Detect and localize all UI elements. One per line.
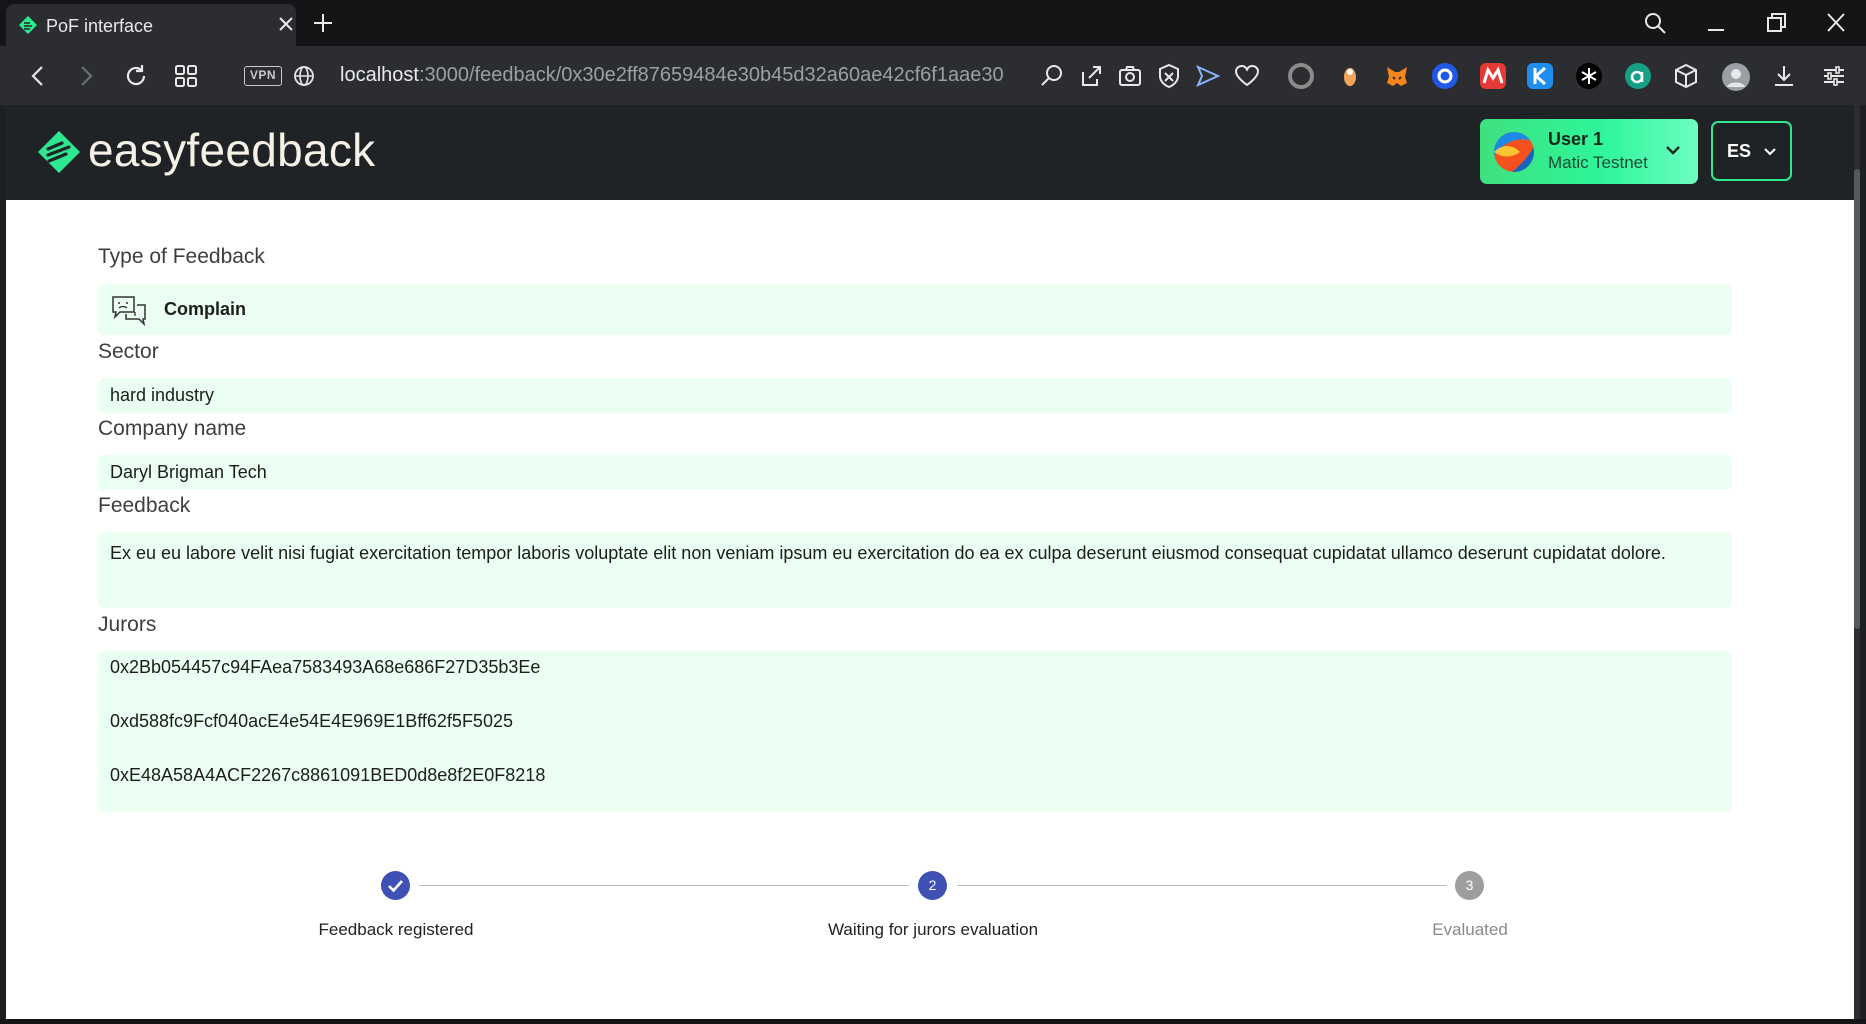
juror-address: 0xd588fc9Fcf040acE4e54E4E969E1Bff62f5F50… — [110, 711, 513, 731]
search-tabs-icon[interactable] — [1642, 10, 1670, 36]
extension-a-icon[interactable] — [1625, 63, 1651, 89]
window-bottom-edge — [0, 1019, 1866, 1024]
company-name-value: Daryl Brigman Tech — [110, 462, 267, 482]
step-1-complete-icon — [381, 871, 410, 900]
extension-red-m-icon[interactable] — [1480, 63, 1506, 89]
shield-block-icon[interactable] — [1155, 62, 1183, 90]
feedback-detail-page: Feedback ID: 0x30e2ff87659484e30b45d32a6… — [6, 200, 1860, 1019]
tab-title: PoF interface — [46, 16, 154, 36]
step-connector — [419, 885, 909, 886]
extension-asterisk-icon[interactable] — [1576, 63, 1602, 89]
user-name: User 1 — [1548, 129, 1604, 149]
forward-icon[interactable] — [72, 62, 100, 90]
feedback-type-field: Complain — [98, 284, 1732, 335]
url-host: localhost — [340, 64, 419, 86]
reload-icon[interactable] — [122, 62, 150, 90]
complain-chat-icon — [112, 296, 146, 326]
extension-k-icon[interactable] — [1527, 63, 1553, 89]
chevron-down-icon — [1764, 148, 1776, 156]
close-window-icon[interactable] — [1822, 10, 1850, 36]
sector-value: hard industry — [110, 385, 215, 405]
feedback-label: Feedback — [98, 494, 191, 517]
share-icon[interactable] — [1077, 62, 1105, 90]
company-name-field: Daryl Brigman Tech — [98, 455, 1732, 490]
easyfeedback-favicon-icon — [19, 16, 37, 34]
browser-toolbar: VPN localhost:3000/feedback/0x30e2ff8765… — [0, 46, 1866, 105]
brand-name[interactable]: easyfeedback — [88, 123, 375, 177]
company-name-label: Company name — [98, 417, 247, 440]
jurors-list: 0x2Bb054457c94FAea7583493A68e686F27D35b3… — [98, 651, 1732, 812]
heart-icon[interactable] — [1233, 62, 1261, 90]
restore-icon[interactable] — [1762, 10, 1790, 36]
app-header: easyfeedback User 1 Matic Testnet ES — [6, 105, 1860, 200]
jurors-label: Jurors — [98, 613, 157, 636]
extensions-cube-icon[interactable] — [1672, 62, 1700, 90]
type-of-feedback-label: Type of Feedback — [98, 245, 265, 268]
network-name: Matic Testnet — [1548, 153, 1648, 172]
address-bar[interactable]: localhost:3000/feedback/0x30e2ff87659484… — [340, 64, 1004, 87]
sector-label: Sector — [98, 340, 159, 363]
easyfeedback-logo-icon[interactable] — [36, 129, 82, 175]
chevron-down-icon — [1666, 146, 1680, 155]
juror-address: 0x2Bb054457c94FAea7583493A68e686F27D35b3… — [110, 657, 541, 677]
globe-icon[interactable] — [290, 62, 318, 90]
language-selector[interactable]: ES — [1711, 121, 1792, 181]
scrollbar-thumb[interactable] — [1854, 169, 1860, 629]
profile-icon[interactable] — [1722, 63, 1750, 91]
step-connector — [957, 885, 1447, 886]
step-3-label: Evaluated — [1432, 920, 1508, 939]
step-3-indicator: 3 — [1455, 871, 1484, 900]
url-path: :3000/feedback/0x30e2ff87659484e30b45d32… — [418, 64, 1004, 86]
extension-blue-ring-icon[interactable] — [1432, 63, 1458, 89]
extension-circle-icon[interactable] — [1288, 63, 1314, 89]
vpn-badge[interactable]: VPN — [244, 66, 282, 86]
close-tab-icon[interactable] — [274, 12, 298, 36]
camera-icon[interactable] — [1116, 62, 1144, 90]
avatar — [1494, 132, 1534, 172]
download-icon[interactable] — [1770, 62, 1798, 90]
user-account-button[interactable]: User 1 Matic Testnet — [1480, 119, 1698, 184]
settings-sliders-icon[interactable] — [1820, 62, 1848, 90]
sector-field: hard industry — [98, 378, 1732, 413]
step-2-indicator: 2 — [918, 871, 947, 900]
metamask-icon[interactable] — [1384, 63, 1410, 89]
extension-fox-orange-icon[interactable] — [1337, 63, 1363, 89]
back-icon[interactable] — [24, 62, 52, 90]
feedback-type-value: Complain — [164, 299, 247, 319]
speed-dial-icon[interactable] — [172, 62, 200, 90]
scrolled-off-feedback-id: Feedback ID: 0x30e2ff87659484e30b45d32a6… — [98, 200, 636, 206]
browser-tab-bar: PoF interface — [0, 0, 1866, 46]
step-1-label: Feedback registered — [318, 920, 474, 939]
browser-tab[interactable]: PoF interface — [6, 4, 296, 46]
send-icon[interactable] — [1194, 62, 1222, 90]
page-scrollbar[interactable] — [1854, 105, 1860, 1019]
feedback-text-field: Ex eu eu labore velit nisi fugiat exerci… — [98, 532, 1732, 608]
juror-address: 0xE48A58A4ACF2267c8861091BED0d8e8f2E0F82… — [110, 765, 546, 785]
step-2-label: Waiting for jurors evaluation — [827, 920, 1039, 939]
language-label: ES — [1727, 141, 1752, 161]
minimize-icon[interactable] — [1702, 10, 1730, 36]
feedback-value: Ex eu eu labore velit nisi fugiat exerci… — [110, 543, 1666, 563]
new-tab-icon[interactable] — [310, 10, 336, 36]
zoom-icon[interactable] — [1038, 62, 1066, 90]
